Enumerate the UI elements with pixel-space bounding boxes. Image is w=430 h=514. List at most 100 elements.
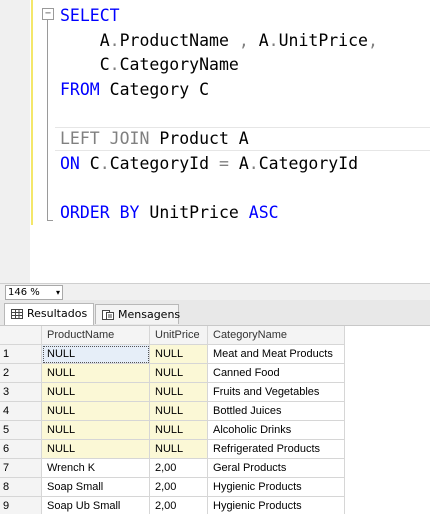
categoryname-cell[interactable]: Bottled Juices xyxy=(208,402,345,421)
table-row[interactable]: 1 NULL NULL Meat and Meat Products xyxy=(0,345,345,364)
code-token: UnitPrice xyxy=(139,202,249,222)
categoryname-cell[interactable]: Fruits and Vegetables xyxy=(208,383,345,402)
unitprice-cell[interactable]: 2,00 xyxy=(150,478,208,497)
code-token: UnitPrice xyxy=(278,30,368,50)
query-editor[interactable]: − SELECT A.ProductName , A.UnitPrice, C.… xyxy=(0,0,430,283)
categoryname-cell[interactable]: Refrigerated Products xyxy=(208,440,345,459)
categoryname-cell[interactable]: Hygienic Products xyxy=(208,478,345,497)
table-row[interactable]: 9 Soap Ub Small 2,00 Hygienic Products xyxy=(0,497,345,514)
code-token: C xyxy=(60,55,110,75)
categoryname-cell[interactable]: Alcoholic Drinks xyxy=(208,421,345,440)
row-number-cell[interactable]: 6 xyxy=(0,440,42,459)
productname-cell[interactable]: NULL xyxy=(42,364,150,383)
zoom-value: 146 % xyxy=(8,287,40,298)
code-token: . xyxy=(248,153,259,173)
row-number-cell[interactable]: 5 xyxy=(0,421,42,440)
line-gutter xyxy=(0,0,30,283)
code-line: C.CategoryName xyxy=(60,53,378,78)
sql-code[interactable]: SELECT A.ProductName , A.UnitPrice, C.Ca… xyxy=(60,4,378,225)
code-token: ASC xyxy=(248,202,279,222)
outline-bracket-end xyxy=(47,220,53,221)
editor-status-row: 146 % ▾ xyxy=(0,283,430,300)
row-number-cell[interactable]: 8 xyxy=(0,478,42,497)
table-row[interactable]: 6 NULL NULL Refrigerated Products xyxy=(0,440,345,459)
code-token: ProductName xyxy=(119,30,239,50)
productname-cell[interactable]: NULL xyxy=(42,383,150,402)
grid-header-row: ProductName UnitPrice CategoryName xyxy=(0,326,345,345)
row-number-cell[interactable]: 3 xyxy=(0,383,42,402)
code-line: A.ProductName , A.UnitPrice, xyxy=(60,29,378,54)
table-row[interactable]: 5 NULL NULL Alcoholic Drinks xyxy=(0,421,345,440)
horizontal-scrollbar[interactable] xyxy=(67,286,430,298)
unitprice-cell[interactable]: NULL xyxy=(150,383,208,402)
code-token: . xyxy=(109,55,120,75)
row-number-cell[interactable]: 2 xyxy=(0,364,42,383)
results-tab-strip: Resultados Mensagens xyxy=(0,300,430,326)
changed-lines-marker xyxy=(31,0,33,225)
unitprice-cell[interactable]: NULL xyxy=(150,402,208,421)
code-line: LEFT JOIN Product A xyxy=(60,127,378,152)
table-row[interactable]: 8 Soap Small 2,00 Hygienic Products xyxy=(0,478,345,497)
unitprice-cell[interactable]: NULL xyxy=(150,421,208,440)
categoryname-cell[interactable]: Geral Products xyxy=(208,459,345,478)
collapse-outline-icon[interactable]: − xyxy=(42,8,54,20)
code-line: SELECT xyxy=(60,4,378,29)
row-number-cell[interactable]: 9 xyxy=(0,497,42,514)
tab-messages[interactable]: Mensagens xyxy=(95,304,181,324)
code-token: CategoryId xyxy=(258,153,359,173)
tab-messages-label: Mensagens xyxy=(118,308,181,321)
code-token: Category C xyxy=(99,79,210,99)
table-row[interactable]: 4 NULL NULL Bottled Juices xyxy=(0,402,345,421)
column-header-unitprice[interactable]: UnitPrice xyxy=(150,326,208,345)
productname-cell[interactable]: NULL xyxy=(42,402,150,421)
code-line: ON C.CategoryId = A.CategoryId xyxy=(60,152,378,177)
unitprice-cell[interactable]: 2,00 xyxy=(150,497,208,514)
code-token: . xyxy=(109,30,120,50)
code-token: LEFT JOIN xyxy=(60,128,150,148)
row-number-cell[interactable]: 4 xyxy=(0,402,42,421)
productname-cell[interactable]: NULL xyxy=(42,345,150,364)
code-token: C xyxy=(79,153,100,173)
messages-icon xyxy=(102,310,114,320)
results-grid[interactable]: ProductName UnitPrice CategoryName 1 NULL… xyxy=(0,326,430,514)
productname-cell[interactable]: Soap Small xyxy=(42,478,150,497)
code-token: A xyxy=(248,30,269,50)
productname-cell[interactable]: NULL xyxy=(42,440,150,459)
code-token: A xyxy=(228,153,249,173)
column-header-categoryname[interactable]: CategoryName xyxy=(208,326,345,345)
grid-icon xyxy=(11,309,23,319)
categoryname-cell[interactable]: Hygienic Products xyxy=(208,497,345,514)
row-number-cell[interactable]: 1 xyxy=(0,345,42,364)
code-token: FROM xyxy=(60,79,100,99)
code-token: , xyxy=(367,30,378,50)
tab-results[interactable]: Resultados xyxy=(4,303,94,325)
table-row[interactable]: 3 NULL NULL Fruits and Vegetables xyxy=(0,383,345,402)
unitprice-cell[interactable]: NULL xyxy=(150,364,208,383)
code-token: ORDER BY xyxy=(60,202,140,222)
column-header-productname[interactable]: ProductName xyxy=(42,326,150,345)
outline-bracket xyxy=(47,19,48,221)
code-line: ORDER BY UnitPrice ASC xyxy=(60,201,378,226)
code-token: CategoryName xyxy=(119,55,239,75)
code-token: . xyxy=(268,30,279,50)
grid-corner-cell[interactable] xyxy=(0,326,42,345)
productname-cell[interactable]: NULL xyxy=(42,421,150,440)
unitprice-cell[interactable]: NULL xyxy=(150,440,208,459)
code-token: ON xyxy=(60,153,80,173)
code-token: A xyxy=(60,30,110,50)
code-token: , xyxy=(238,30,249,50)
productname-cell[interactable]: Soap Ub Small xyxy=(42,497,150,514)
categoryname-cell[interactable]: Meat and Meat Products xyxy=(208,345,345,364)
zoom-dropdown[interactable]: 146 % ▾ xyxy=(5,285,63,300)
productname-cell[interactable]: Wrench K xyxy=(42,459,150,478)
unitprice-cell[interactable]: NULL xyxy=(150,345,208,364)
tab-results-label: Resultados xyxy=(27,307,88,320)
table-row[interactable]: 7 Wrench K 2,00 Geral Products xyxy=(0,459,345,478)
categoryname-cell[interactable]: Canned Food xyxy=(208,364,345,383)
row-number-cell[interactable]: 7 xyxy=(0,459,42,478)
table-row[interactable]: 2 NULL NULL Canned Food xyxy=(0,364,345,383)
unitprice-cell[interactable]: 2,00 xyxy=(150,459,208,478)
chevron-down-icon: ▾ xyxy=(55,288,60,297)
